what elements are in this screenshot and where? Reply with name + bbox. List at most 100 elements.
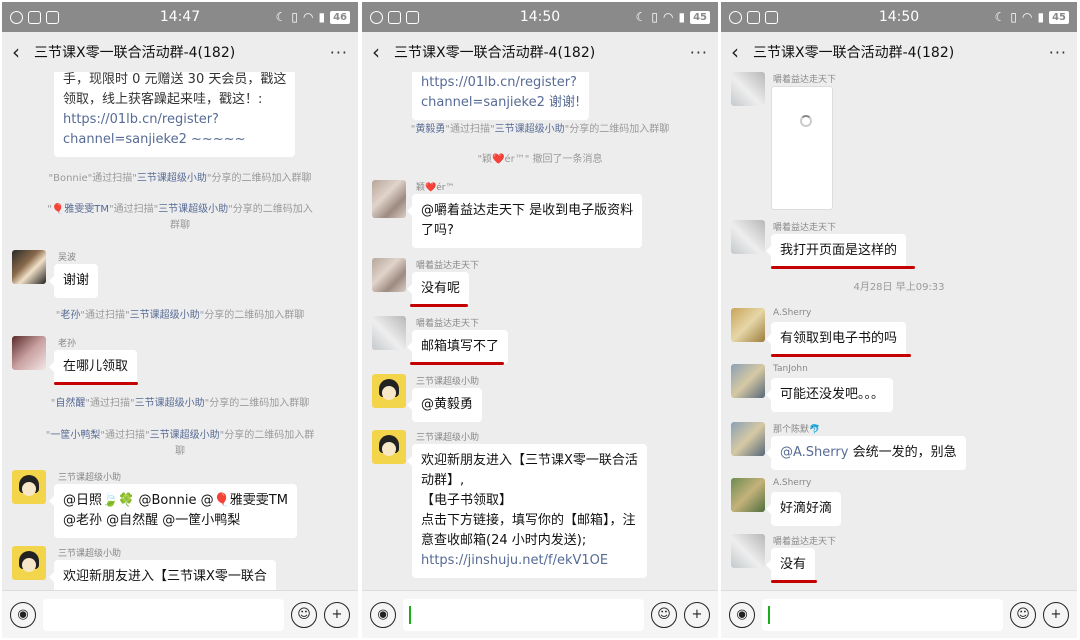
- phone-screen-1: 14:47 ☾ ▯ ◠ ▮ 46 ‹ 三节课X零一联合活动群-4(182) ··· 手，…: [2, 2, 358, 638]
- vibrate-icon: ▯: [291, 10, 298, 24]
- message-list[interactable]: 嚼着益达走天下 嚼着益达走天下 我打开页面是这样的 4月28日 早上09:33 …: [721, 72, 1077, 590]
- message-bubble[interactable]: @日照🍃🍀 @Bonnie @🎈雅雯雯TM @老孙 @自然醒 @一筐小鸭梨: [49, 484, 297, 538]
- message-bubble[interactable]: @嚼着益达走天下 是收到电子版资料 了吗?: [406, 194, 643, 248]
- mention-link[interactable]: @A.Sherry: [780, 445, 848, 460]
- text-caret: [409, 605, 411, 624]
- battery-level: 45: [690, 10, 710, 24]
- avatar[interactable]: [12, 470, 46, 504]
- message-text: 意查收邮箱(24 小时内发送);: [421, 533, 587, 548]
- chevron-left-icon[interactable]: ‹: [731, 40, 753, 64]
- avatar[interactable]: [731, 72, 765, 106]
- message-bubble[interactable]: 谢谢: [48, 264, 99, 298]
- message-text: 邮箱填写不了: [421, 339, 500, 354]
- message-list[interactable]: https://01lb.cn/register? channel=sanjie…: [362, 72, 718, 590]
- message-input[interactable]: [762, 598, 1003, 631]
- avatar[interactable]: [372, 258, 406, 292]
- system-notice: "颖❤️ér™" 撤回了一条消息: [477, 154, 603, 165]
- message-text: 可能还没发吧。。。: [780, 387, 885, 402]
- plus-icon[interactable]: +: [324, 601, 350, 628]
- voice-icon[interactable]: ◉: [729, 601, 755, 628]
- message-bubble[interactable]: 欢迎新朋友进入【三节课Ⅹ零一联合活 动群】, 【电子书领取】 点击下方链接，填写…: [407, 444, 647, 578]
- message-bubble[interactable]: 有领取到电子书的吗: [765, 322, 907, 356]
- avatar[interactable]: [372, 374, 406, 408]
- message-bubble[interactable]: 没有呢: [406, 272, 470, 306]
- message-input[interactable]: [403, 598, 644, 631]
- text-caret: [768, 605, 770, 624]
- more-dots-icon[interactable]: ···: [330, 43, 348, 62]
- highlight-underline: [771, 354, 911, 357]
- avatar[interactable]: [731, 422, 765, 456]
- more-dots-icon[interactable]: ···: [1049, 43, 1067, 62]
- shield-icon: [46, 10, 59, 24]
- sender-name: 嚼着益达走天下: [773, 223, 837, 233]
- system-notice: "Bonnie"通过扫描"三节课超级小助"分享的二维码加入群聊: [48, 173, 312, 184]
- image-message[interactable]: [771, 86, 833, 210]
- message-bubble[interactable]: 我打开页面是这样的: [765, 234, 907, 268]
- message-bubble[interactable]: 在哪儿领取: [48, 350, 138, 384]
- avatar[interactable]: [731, 534, 765, 568]
- message-text: 好滴好滴: [780, 501, 833, 516]
- avatar[interactable]: [731, 478, 765, 512]
- plus-icon[interactable]: +: [684, 601, 710, 628]
- message-bubble[interactable]: 没有: [765, 548, 816, 582]
- emoji-icon[interactable]: ☺: [1010, 601, 1036, 628]
- app-icon: [388, 10, 401, 24]
- message-text: 会统一发的，别急: [848, 445, 957, 460]
- emoji-icon[interactable]: ☺: [651, 601, 677, 628]
- notification-icon: [729, 10, 742, 24]
- sender-name: TanJohn: [773, 364, 808, 374]
- message-link[interactable]: channel=sanjieke2 ~~~~~: [63, 130, 286, 150]
- message-input[interactable]: [43, 598, 284, 631]
- message-text: 在哪儿领取: [63, 359, 129, 374]
- message-list[interactable]: 手，现限时 0 元赠送 30 天会员，戳这 领取，线上获客躁起来哇，戳这！: h…: [2, 72, 358, 590]
- message-link[interactable]: https://01lb.cn/register?: [63, 110, 286, 130]
- more-dots-icon[interactable]: ···: [690, 43, 708, 62]
- message-text: 领取，线上获客躁起来哇，戳这！:: [63, 92, 263, 107]
- message-text: @黄毅勇: [421, 397, 474, 412]
- chat-header: ‹ 三节课X零一联合活动群-4(182) ···: [362, 32, 718, 72]
- input-bar: ◉ ☺ +: [2, 590, 358, 638]
- chevron-left-icon[interactable]: ‹: [372, 40, 394, 64]
- wifi-icon: ◠: [302, 10, 314, 24]
- sender-name: 那个陈默🐬: [773, 425, 821, 435]
- system-notice: "一筐小鸭梨"通过扫描"三节课超级小助"分享的二维码加入群 聊: [45, 430, 315, 457]
- message-text: 我打开页面是这样的: [780, 243, 898, 258]
- message-text: 手，现限时 0 元赠送 30 天会员，戳这: [63, 72, 287, 87]
- sender-name: 颖❤️ér™: [416, 183, 455, 193]
- plus-icon[interactable]: +: [1043, 601, 1069, 628]
- message-bubble[interactable]: 手，现限时 0 元赠送 30 天会员，戳这 领取，线上获客躁起来哇，戳这！: h…: [54, 72, 296, 157]
- screenshot-collage: 14:47 ☾ ▯ ◠ ▮ 46 ‹ 三节课X零一联合活动群-4(182) ··· 手，…: [0, 0, 1080, 640]
- voice-icon[interactable]: ◉: [10, 601, 36, 628]
- avatar[interactable]: [731, 220, 765, 254]
- highlight-underline: [410, 304, 468, 307]
- message-bubble[interactable]: 好滴好滴: [765, 492, 842, 526]
- message-link[interactable]: https://jinshuju.net/f/ekV1OE: [421, 551, 638, 571]
- voice-icon[interactable]: ◉: [370, 601, 396, 628]
- message-link[interactable]: channel=sanjieke2 谢谢!: [421, 93, 580, 113]
- status-bar: 14:47 ☾ ▯ ◠ ▮ 46: [2, 2, 358, 32]
- avatar[interactable]: [12, 336, 46, 370]
- avatar[interactable]: [12, 250, 46, 284]
- avatar[interactable]: [372, 180, 406, 218]
- message-bubble[interactable]: 邮箱填写不了: [406, 330, 509, 364]
- highlight-underline: [771, 580, 817, 583]
- chat-header: ‹ 三节课X零一联合活动群-4(182) ···: [2, 32, 358, 72]
- chevron-left-icon[interactable]: ‹: [12, 40, 34, 64]
- input-bar: ◉ ☺ +: [362, 590, 718, 638]
- message-bubble[interactable]: https://01lb.cn/register? channel=sanjie…: [412, 72, 590, 120]
- message-text: 有领取到电子书的吗: [780, 331, 898, 346]
- avatar[interactable]: [372, 430, 406, 464]
- sender-name: 老孙: [58, 339, 77, 349]
- message-text: 了吗?: [421, 223, 454, 238]
- emoji-icon[interactable]: ☺: [291, 601, 317, 628]
- avatar[interactable]: [12, 546, 46, 580]
- avatar[interactable]: [731, 364, 765, 398]
- message-bubble[interactable]: @黄毅勇: [406, 388, 483, 422]
- avatar[interactable]: [731, 308, 765, 342]
- message-text: 谢谢: [63, 273, 90, 288]
- avatar[interactable]: [372, 316, 406, 350]
- message-bubble[interactable]: 可能还没发吧。。。: [765, 378, 894, 412]
- message-bubble[interactable]: @A.Sherry 会统一发的，别急: [766, 436, 966, 470]
- message-link[interactable]: https://01lb.cn/register?: [421, 73, 580, 93]
- message-bubble[interactable]: 欢迎新朋友进入【三节课Ⅹ零一联合: [49, 560, 276, 590]
